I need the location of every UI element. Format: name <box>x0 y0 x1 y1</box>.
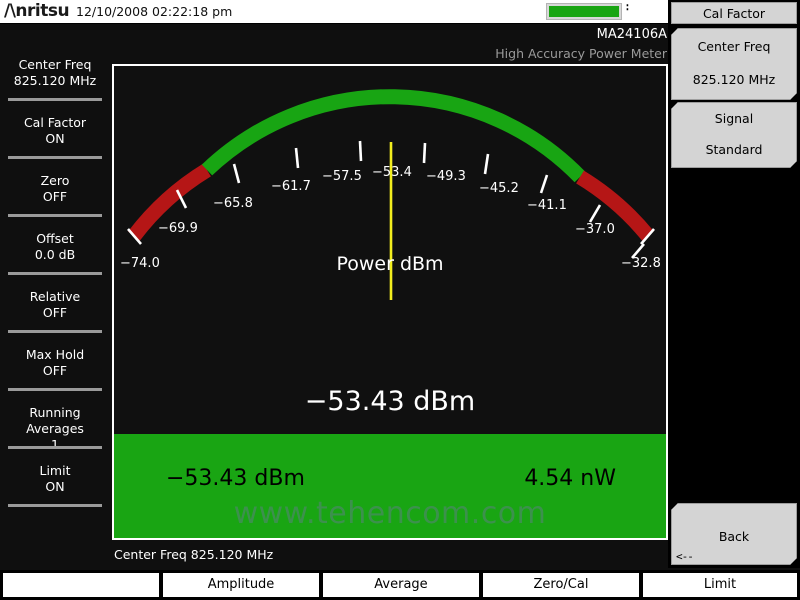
gauge-unit-label: Power dBm <box>336 253 444 275</box>
gauge-display-panel: −74.0 −69.9 −65.8 −61.7 −57.5 −53.4 −49.… <box>112 64 668 540</box>
model-number: MA24106A <box>596 27 667 42</box>
softkey-center-freq-label: Center Freq <box>697 39 771 54</box>
sidebar-item-value: ON <box>45 131 65 146</box>
sidebar-item-center-freq[interactable]: Center Freq 825.120 MHz <box>0 57 110 89</box>
softkey-center-freq-value: 825.120 MHz <box>692 72 776 87</box>
settings-sidebar: Center Freq 825.120 MHz Cal Factor ON Zero OF… <box>0 24 110 568</box>
result-bar: −53.43 dBm 4.54 nW www.tehencom.com <box>114 434 666 538</box>
sidebar-item-label: Zero <box>40 173 70 188</box>
gauge-tick-label: −69.9 <box>158 221 198 236</box>
softkey-panel: Cal Factor Center Freq 825.120 MHz Signa… <box>668 0 800 568</box>
sidebar-item-value: 825.120 MHz <box>13 73 97 88</box>
bottom-status-text: Center Freq 825.120 MHz <box>114 547 274 562</box>
sidebar-separator <box>8 504 102 507</box>
sidebar-separator <box>8 330 102 333</box>
watermark: www.tehencom.com <box>233 496 547 531</box>
sidebar-item-label: Center Freq <box>18 57 92 72</box>
datetime-label: 12/10/2008 02:22:18 pm <box>76 4 233 19</box>
sidebar-item-value: OFF <box>42 305 68 320</box>
sidebar-item-label: Max Hold <box>25 347 85 362</box>
back-arrow-icon: <-- <box>676 550 693 563</box>
gauge-tick-label: −45.2 <box>479 181 519 196</box>
sidebar-item-zero[interactable]: Zero OFF <box>0 173 110 205</box>
gauge-tick-label: −41.1 <box>527 198 567 213</box>
menu-button-amplitude[interactable]: Amplitude <box>162 572 320 598</box>
model-description: High Accuracy Power Meter <box>495 46 667 61</box>
sidebar-item-value: 0.0 dB <box>34 247 76 262</box>
result-watts: 4.54 nW <box>524 466 616 491</box>
softkey-center-freq[interactable]: Center Freq 825.120 MHz <box>671 28 797 100</box>
power-meter-screen: /\nritsu 12/10/2008 02:22:18 pm ∶ MA2410… <box>0 0 800 600</box>
sidebar-item-value: OFF <box>42 189 68 204</box>
sidebar-item-limit[interactable]: Limit ON <box>0 463 110 495</box>
sidebar-separator <box>8 156 102 159</box>
gauge-tick-label: −57.5 <box>322 169 362 184</box>
sidebar-item-label: Relative <box>29 289 81 304</box>
status-dots-icon: ∶ <box>626 2 629 14</box>
gauge-tick-label: −65.8 <box>213 196 253 211</box>
sidebar-separator <box>8 214 102 217</box>
sidebar-item-cal-factor[interactable]: Cal Factor ON <box>0 115 110 147</box>
anritsu-logo: /\nritsu <box>4 1 70 21</box>
sidebar-item-label: Cal Factor <box>23 115 87 130</box>
sidebar-item-value: ON <box>45 479 65 494</box>
softkey-title-label: Cal Factor <box>702 6 766 21</box>
sidebar-item-offset[interactable]: Offset 0.0 dB <box>0 231 110 263</box>
menu-button-blank[interactable] <box>2 572 160 598</box>
sidebar-item-value: OFF <box>42 363 68 378</box>
sidebar-item-label: Limit <box>39 463 71 478</box>
softkey-back[interactable]: Back <-- <box>671 503 797 565</box>
softkey-title: Cal Factor <box>671 2 797 24</box>
softkey-signal[interactable]: Signal Standard <box>671 102 797 168</box>
status-indicator-fill <box>549 6 619 17</box>
sidebar-item-relative[interactable]: Relative OFF <box>0 289 110 321</box>
gauge-tick-label: −61.7 <box>271 179 311 194</box>
sidebar-item-value: 1 <box>51 437 59 452</box>
status-indicator <box>546 3 622 20</box>
primary-reading: −53.43 dBm <box>304 386 476 417</box>
sidebar-item-label: Running Averages <box>26 405 84 436</box>
gauge-tick-label: −53.4 <box>372 165 412 180</box>
sidebar-item-max-hold[interactable]: Max Hold OFF <box>0 347 110 379</box>
sidebar-separator <box>8 446 102 449</box>
bottom-menu-bar: Amplitude Average Zero/Cal Limit <box>0 570 800 600</box>
sidebar-item-label: Offset <box>36 231 74 246</box>
sidebar-separator <box>8 388 102 391</box>
gauge-tick-label: −49.3 <box>426 169 466 184</box>
softkey-signal-label: Signal <box>714 111 754 126</box>
sidebar-separator <box>8 98 102 101</box>
gauge-tick-label: −37.0 <box>575 222 615 237</box>
sidebar-separator <box>8 272 102 275</box>
menu-button-limit[interactable]: Limit <box>642 572 798 598</box>
softkey-back-label: Back <box>718 529 750 544</box>
menu-button-average[interactable]: Average <box>322 572 480 598</box>
menu-button-zerocal[interactable]: Zero/Cal <box>482 572 640 598</box>
result-dbm: −53.43 dBm <box>166 466 305 491</box>
softkey-signal-value: Standard <box>705 142 763 157</box>
